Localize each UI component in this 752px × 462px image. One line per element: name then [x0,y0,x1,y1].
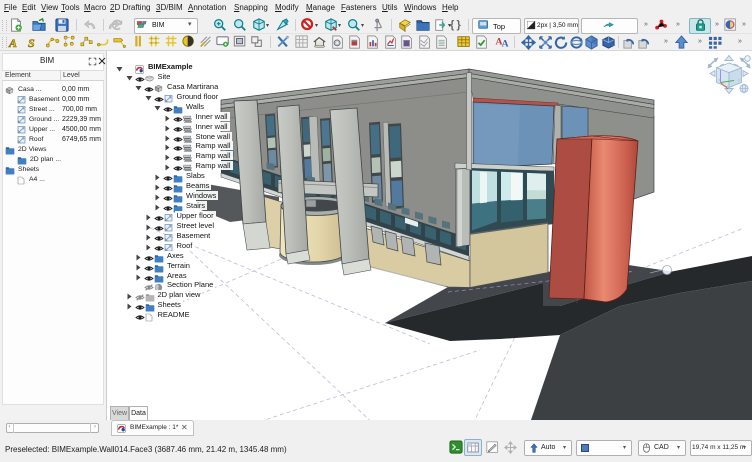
svg-text:A: A [502,38,509,49]
